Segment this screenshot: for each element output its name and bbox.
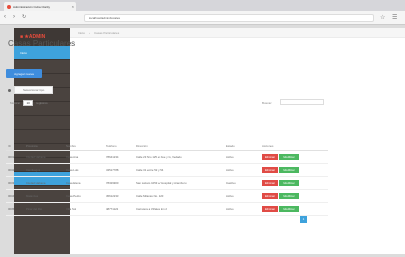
reload-icon[interactable]: ↻ bbox=[22, 14, 26, 20]
address-text: localhost/admin/locales bbox=[89, 16, 121, 20]
cell-prov: Cienfuegos bbox=[24, 163, 64, 177]
cell-estado: Activo bbox=[224, 150, 260, 164]
cell-tel: 43517788 bbox=[104, 163, 134, 177]
cell-dir: Carretera a Viñales km 2 bbox=[134, 202, 224, 216]
cell-tel: 48771122 bbox=[104, 202, 134, 216]
cell-tel: 78641234 bbox=[104, 150, 134, 164]
back-icon[interactable]: ‹ bbox=[4, 14, 6, 20]
table-row: 0001 Ciudad Habana Casa Ana 78641234 Cal… bbox=[6, 150, 328, 164]
table-header-row: ID Provincia Nombre Teléfono Dirección E… bbox=[6, 143, 328, 151]
page-length-control: Mostrar 10 registros bbox=[10, 100, 48, 106]
table-row: 0003 Ciudad Habana Casa Elena 78329900 S… bbox=[6, 176, 328, 190]
cell-prov: Ciudad Habana bbox=[24, 176, 64, 190]
show-suffix: registros bbox=[36, 101, 48, 105]
cell-id: 0005 bbox=[6, 202, 24, 216]
sidebar-item[interactable] bbox=[14, 116, 70, 130]
edit-button[interactable]: Modificar bbox=[279, 205, 299, 212]
cell-id: 0004 bbox=[6, 189, 24, 203]
page-length-select[interactable]: 10 bbox=[23, 100, 34, 106]
col-header-id[interactable]: ID bbox=[6, 143, 24, 151]
col-header-prov[interactable]: Provincia bbox=[24, 143, 64, 151]
cell-actions: Eliminar Modificar bbox=[260, 150, 328, 164]
main-content: Inicio › Casas Particulares bbox=[70, 28, 405, 254]
col-header-tel[interactable]: Teléfono bbox=[104, 143, 134, 151]
page-title: Casas Particulares bbox=[8, 39, 76, 48]
cell-actions: Eliminar Modificar bbox=[260, 202, 328, 216]
cell-tel: 45612233 bbox=[104, 189, 134, 203]
delete-button[interactable]: Eliminar bbox=[262, 166, 278, 173]
cell-tel: 78329900 bbox=[104, 176, 134, 190]
cell-prov: Matanzas bbox=[24, 189, 64, 203]
table-row: 0005 Pinar del Río Villa Sol 48771122 Ca… bbox=[6, 202, 328, 216]
cell-name: Casa Ana bbox=[64, 150, 104, 164]
delete-button[interactable]: Eliminar bbox=[262, 153, 278, 160]
cell-actions: Eliminar Modificar bbox=[260, 189, 328, 203]
table-row: 0004 Matanzas Casa Pedro 45612233 Calle … bbox=[6, 189, 328, 203]
cell-dir: Calle 31 entre 52 y 54 bbox=[134, 163, 224, 177]
cell-name: Villa Sol bbox=[64, 202, 104, 216]
breadcrumb-separator: › bbox=[89, 30, 91, 35]
browser-toolbar: ‹ › ↻ localhost/admin/locales ☆ ☰ bbox=[0, 11, 405, 25]
forward-icon[interactable]: › bbox=[13, 14, 15, 20]
filter-select[interactable]: Seleccionar tipo bbox=[14, 86, 54, 94]
table-row: 0002 Cienfuegos Casa Luis 43517788 Calle… bbox=[6, 163, 328, 177]
tab-close-icon[interactable]: × bbox=[72, 4, 74, 9]
cell-dir: Calle 23 Nro 125 e/ Ave y G, Vedado bbox=[134, 150, 224, 164]
breadcrumb-current: Casas Particulares bbox=[94, 30, 120, 35]
col-header-estado[interactable]: Estado bbox=[224, 143, 260, 151]
cell-dir: Calle Milanés No. 120 bbox=[134, 189, 224, 203]
pagination-current-page[interactable]: 1 bbox=[300, 216, 307, 223]
delete-button[interactable]: Eliminar bbox=[262, 192, 278, 199]
cell-estado: Activo bbox=[224, 189, 260, 203]
cell-prov: Ciudad Habana bbox=[24, 150, 64, 164]
breadcrumb: Inicio › Casas Particulares bbox=[70, 28, 405, 38]
show-label: Mostrar bbox=[10, 101, 21, 105]
cell-estado: Activo bbox=[224, 163, 260, 177]
add-new-button[interactable]: Agregar nueva bbox=[6, 69, 42, 78]
sidebar-item-label: Inicio bbox=[20, 50, 28, 55]
cell-estado: Activo bbox=[224, 202, 260, 216]
cell-id: 0002 bbox=[6, 163, 24, 177]
col-header-actions: Acciones bbox=[260, 143, 328, 151]
edit-button[interactable]: Modificar bbox=[279, 153, 299, 160]
sidebar-item[interactable] bbox=[14, 130, 70, 144]
bookmark-icon[interactable]: ☆ bbox=[380, 14, 385, 21]
cell-id: 0003 bbox=[6, 176, 24, 190]
filter-row: Seleccionar tipo bbox=[8, 86, 54, 94]
edit-button[interactable]: Modificar bbox=[279, 166, 299, 173]
search-label: Buscar: bbox=[262, 101, 273, 105]
delete-button[interactable]: Eliminar bbox=[262, 179, 278, 186]
cell-name: Casa Elena bbox=[64, 176, 104, 190]
address-bar[interactable]: localhost/admin/locales bbox=[84, 14, 374, 22]
edit-button[interactable]: Modificar bbox=[279, 192, 299, 199]
browser-tab[interactable]: Administración Cuba Clarity × bbox=[4, 2, 76, 11]
edit-button[interactable]: Modificar bbox=[279, 179, 299, 186]
sidebar-item-home[interactable]: Inicio bbox=[14, 46, 70, 60]
cell-actions: Eliminar Modificar bbox=[260, 163, 328, 177]
search-input[interactable] bbox=[280, 99, 324, 105]
tab-title: Administración Cuba Clarity bbox=[13, 4, 51, 9]
browser-tabbar: Administración Cuba Clarity × bbox=[0, 0, 405, 11]
cell-prov: Pinar del Río bbox=[24, 202, 64, 216]
sidebar: ■ ★ADMIN Inicio bbox=[14, 28, 70, 254]
cell-actions: Eliminar Modificar bbox=[260, 176, 328, 190]
breadcrumb-home[interactable]: Inicio bbox=[78, 31, 85, 35]
cell-id: 0001 bbox=[6, 150, 24, 164]
col-header-name[interactable]: Nombre bbox=[64, 143, 104, 151]
cell-name: Casa Luis bbox=[64, 163, 104, 177]
data-table: ID Provincia Nombre Teléfono Dirección E… bbox=[6, 143, 328, 216]
menu-icon[interactable]: ☰ bbox=[392, 14, 397, 21]
delete-button[interactable]: Eliminar bbox=[262, 205, 278, 212]
cell-name: Casa Pedro bbox=[64, 189, 104, 203]
filter-icon bbox=[8, 88, 11, 92]
favicon-icon bbox=[7, 4, 11, 9]
col-header-dir[interactable]: Dirección bbox=[134, 143, 224, 151]
cell-estado: Inactivo bbox=[224, 176, 260, 190]
cell-dir: San Lázaro 1053 e/ Hospital y Aramburu bbox=[134, 176, 224, 190]
